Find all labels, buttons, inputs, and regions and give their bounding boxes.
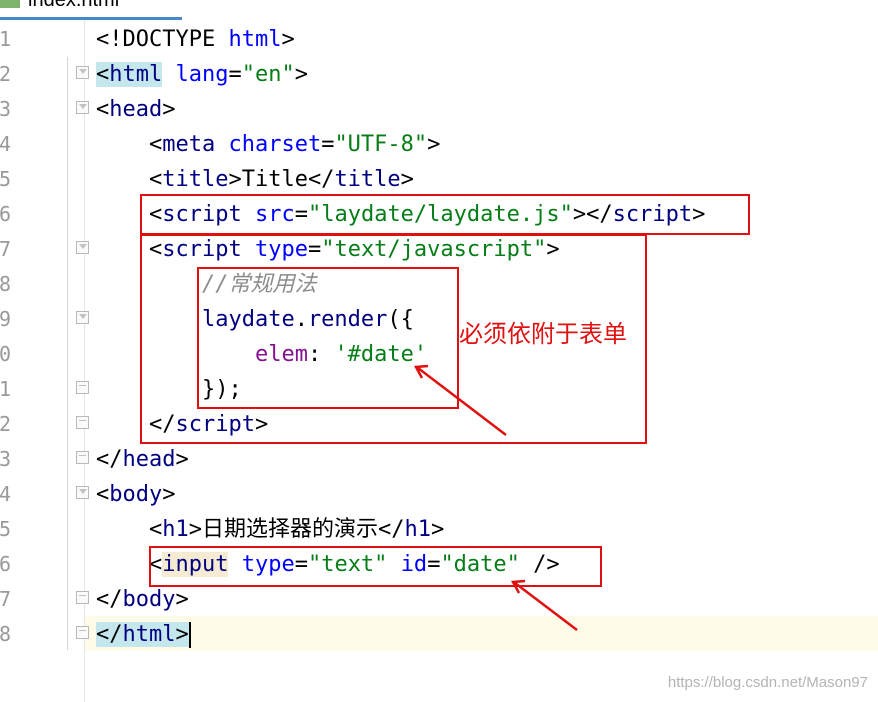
line-number: 7 bbox=[0, 237, 12, 261]
line-number: 1 bbox=[0, 377, 12, 401]
line-number: 2 bbox=[0, 412, 12, 436]
line-number: 3 bbox=[0, 97, 12, 121]
line-number: 7 bbox=[0, 587, 12, 611]
line-number: 6 bbox=[0, 552, 12, 576]
watermark: https://blog.csdn.net/Mason97 bbox=[667, 674, 868, 691]
line-number: 0 bbox=[0, 342, 12, 366]
line-number: 6 bbox=[0, 202, 12, 226]
arrow-line bbox=[514, 582, 578, 631]
line-number: 2 bbox=[0, 62, 12, 86]
annotation-arrows bbox=[413, 364, 578, 631]
line-number: 1 bbox=[0, 27, 12, 51]
line-number: 5 bbox=[0, 517, 12, 541]
line-number: 4 bbox=[0, 132, 12, 156]
line-number: 5 bbox=[0, 167, 12, 191]
line-number: 8 bbox=[0, 272, 12, 296]
line-number: 9 bbox=[0, 307, 12, 331]
arrow-line bbox=[417, 367, 507, 436]
line-number: 3 bbox=[0, 447, 12, 471]
line-number: 4 bbox=[0, 482, 12, 506]
line-number: 8 bbox=[0, 622, 12, 646]
